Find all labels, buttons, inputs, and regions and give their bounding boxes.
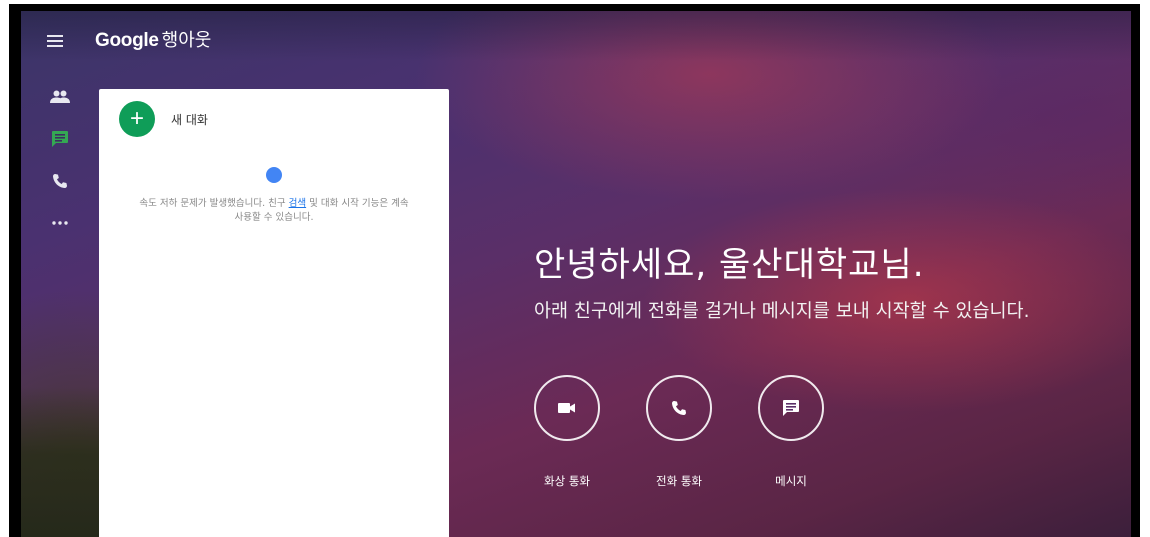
google-logo: Google [95,30,159,51]
warning-message: 속도 저하 문제가 발생했습니다. 친구 검색 및 대화 시작 기능은 계속 사… [99,197,449,225]
app-brand: Google 행아웃 [95,26,211,52]
search-link[interactable]: 검색 [289,198,306,209]
voice-call-action[interactable]: 전화 통화 [639,375,719,489]
voice-call-button[interactable] [646,375,712,441]
message-label: 메시지 [775,474,807,488]
video-camera-icon [558,403,575,413]
video-call-action[interactable]: 화상 통화 [527,375,607,489]
video-call-label: 화상 통화 [544,474,590,488]
product-name: 행아웃 [161,30,212,50]
warning-text-before: 속도 저하 문제가 발생했습니다. 친구 [139,198,289,209]
warning-text-after: 및 대화 시작 기능은 계속 [306,198,409,209]
phone-icon[interactable] [50,171,70,191]
warning-text-line2: 사용할 수 있습니다. [234,212,314,223]
hamburger-menu-icon[interactable] [47,35,63,47]
background-hill [21,387,101,537]
message-action[interactable]: 메시지 [751,375,831,489]
plus-icon[interactable]: + [119,101,155,137]
message-button[interactable] [758,375,824,441]
voice-call-label: 전화 통화 [656,474,702,488]
new-chat-button[interactable]: + 새 대화 [119,101,208,137]
window-frame: Google 행아웃 + 새 대화 속도 저하 문제가 발생했습니다. 친구 검… [9,4,1140,537]
people-icon[interactable] [50,87,70,107]
new-chat-label: 새 대화 [171,112,208,127]
message-icon [783,400,799,416]
more-icon[interactable] [50,213,70,233]
loading-indicator [266,167,282,183]
phone-icon [672,401,686,415]
video-call-button[interactable] [534,375,600,441]
greeting-heading: 안녕하세요, 울산대학교님. [534,245,925,285]
conversation-panel: + 새 대화 속도 저하 문제가 발생했습니다. 친구 검색 및 대화 시작 기… [99,89,449,537]
greeting-subtitle: 아래 친구에게 전화를 걸거나 메시지를 보내 시작할 수 있습니다. [534,301,1030,322]
background-image: Google 행아웃 + 새 대화 속도 저하 문제가 발생했습니다. 친구 검… [21,11,1131,537]
chat-icon[interactable] [50,129,70,149]
